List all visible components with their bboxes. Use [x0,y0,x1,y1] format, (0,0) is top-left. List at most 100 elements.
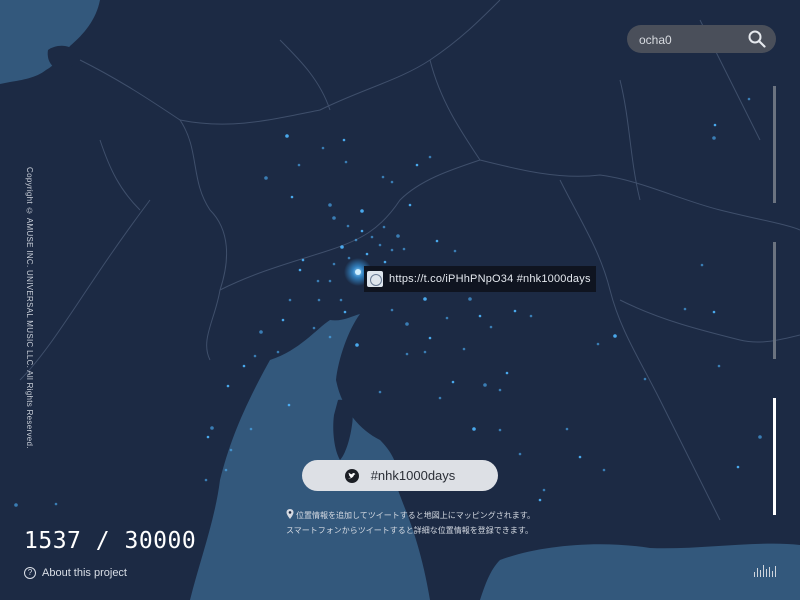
tweet-dot[interactable] [288,298,292,302]
tweet-dot[interactable] [423,350,427,354]
tweet-dot[interactable] [428,155,432,159]
tweet-dot[interactable] [451,380,455,384]
tweet-dot[interactable] [747,97,751,101]
tweet-dot[interactable] [206,435,210,439]
tweet-dot[interactable] [712,136,716,140]
search-icon[interactable] [748,30,766,48]
tweet-dot[interactable] [408,203,412,207]
tweet-dot[interactable] [438,396,442,400]
tweet-dot[interactable] [596,342,600,346]
tweet-dot[interactable] [210,426,214,430]
tweet-dot[interactable] [224,468,228,472]
tweet-dot[interactable] [578,455,582,459]
tweet-dot[interactable] [332,262,336,266]
timeline-segment-2[interactable] [773,242,776,359]
tweet-dot[interactable] [312,326,316,330]
selected-tweet-dot[interactable] [355,269,361,275]
tweet-dot[interactable] [229,448,233,452]
tweet-dot[interactable] [298,268,302,272]
tweet-dot[interactable] [346,224,350,228]
tweet-dot[interactable] [281,318,285,322]
tweet-dot[interactable] [253,354,257,358]
tweet-dot[interactable] [259,330,263,334]
tweet-dot[interactable] [382,225,386,229]
timeline-segment-1[interactable] [773,86,776,203]
tweet-dot[interactable] [328,203,332,207]
tweet-dot[interactable] [264,176,268,180]
user-avatar[interactable] [367,271,383,287]
tweet-dot[interactable] [242,364,246,368]
tweet-dot[interactable] [249,427,253,431]
hashtag-button[interactable]: #nhk1000days [302,460,498,491]
tweet-dot[interactable] [390,248,394,252]
tweet-dot[interactable] [297,163,301,167]
search-box[interactable] [627,25,776,53]
tweet-dot[interactable] [468,297,472,301]
tweet-dot[interactable] [226,384,230,388]
tweet-dot[interactable] [565,427,569,431]
tweet-dot[interactable] [276,350,280,354]
tweet-dot[interactable] [317,298,321,302]
tweet-dot[interactable] [478,314,482,318]
tweet-dot[interactable] [602,468,606,472]
tweet-dot[interactable] [378,390,382,394]
tweet-dot[interactable] [736,465,740,469]
tweet-dot[interactable] [285,134,289,138]
timeline-segment-3-active[interactable] [773,398,776,515]
tweet-dot[interactable] [383,260,387,264]
tweet-dot[interactable] [712,310,716,314]
tweet-dot[interactable] [472,427,476,431]
about-label[interactable]: About this project [42,567,127,579]
tweet-dot[interactable] [435,239,439,243]
tweet-dot[interactable] [423,297,427,301]
tweet-dot[interactable] [328,279,332,283]
tweet-dot[interactable] [204,478,208,482]
tweet-dot[interactable] [287,403,291,407]
about-link[interactable]: ? About this project [24,567,127,579]
tweet-dot[interactable] [365,252,369,256]
tweet-dot[interactable] [354,238,358,242]
tweet-dot[interactable] [54,502,58,506]
tweet-dot[interactable] [390,180,394,184]
tweet-dot[interactable] [339,298,343,302]
tweet-dot[interactable] [613,334,617,338]
tweet-dot[interactable] [498,428,502,432]
tweet-dot[interactable] [505,371,509,375]
tweet-dot[interactable] [462,347,466,351]
tweet-dot[interactable] [683,307,687,311]
tweet-dot[interactable] [332,216,336,220]
tweet-dot[interactable] [513,309,517,313]
tweet-dot[interactable] [390,308,394,312]
tweet-dot[interactable] [342,138,346,142]
tweet-text[interactable]: https://t.co/iPHhPNpO34 #nhk1000days [389,273,591,285]
tweet-dot[interactable] [290,195,294,199]
tweet-dot[interactable] [529,314,533,318]
tweet-dot[interactable] [378,243,382,247]
tweet-dot[interactable] [453,249,457,253]
tweet-dot[interactable] [316,279,320,283]
tweet-dot[interactable] [498,388,502,392]
tweet-dot[interactable] [700,263,704,267]
tweet-dot[interactable] [405,322,409,326]
tweet-dot[interactable] [428,336,432,340]
tweet-popup[interactable]: https://t.co/iPHhPNpO34 #nhk1000days [364,266,596,292]
tweet-dot[interactable] [396,234,400,238]
tweet-dot[interactable] [713,123,717,127]
tweet-dot[interactable] [360,209,364,213]
sound-bars-icon[interactable] [754,563,778,577]
tweet-dot[interactable] [328,335,332,339]
tweet-dot[interactable] [347,256,351,260]
tweet-dot[interactable] [343,310,347,314]
tweet-dot[interactable] [340,245,344,249]
tweet-dot[interactable] [518,452,522,456]
tweet-dot[interactable] [321,146,325,150]
search-input[interactable] [637,29,746,51]
tweet-dot[interactable] [483,383,487,387]
tweet-dot[interactable] [360,229,364,233]
tweet-dot[interactable] [14,503,18,507]
tweet-dot[interactable] [717,364,721,368]
tweet-dot[interactable] [445,316,449,320]
tweet-dot[interactable] [542,488,546,492]
tweet-dot[interactable] [355,343,359,347]
tweet-dot[interactable] [489,325,493,329]
